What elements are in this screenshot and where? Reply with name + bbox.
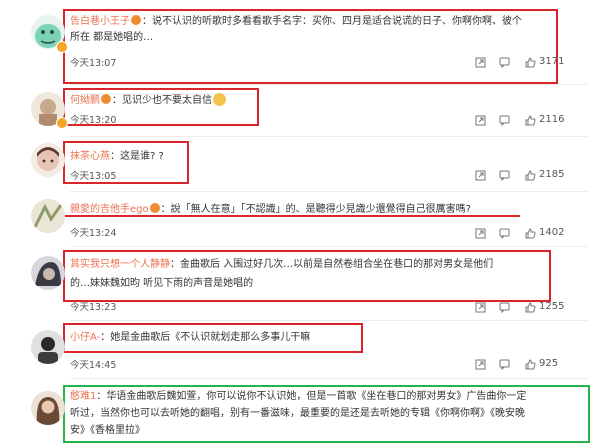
comment-time: 今天13:05 [70,171,117,182]
divider [70,378,588,379]
verified-badge-icon [56,117,68,129]
verified-badge-icon [56,41,68,53]
comment-time: 今天13:07 [70,58,117,69]
comment-icon[interactable] [499,170,510,181]
comment-text: ：这是谁? ? [110,151,164,162]
emoji-icon [213,93,226,106]
username[interactable]: 其实我只想一个人静静 [70,259,170,270]
comment-icon[interactable] [499,228,510,239]
username[interactable]: 親愛的吉他手ego [70,204,149,215]
fan-badge-icon [149,203,160,213]
user-avatar[interactable] [31,143,65,177]
comment-icon[interactable] [499,359,510,370]
username[interactable]: 抹茶心燕 [70,151,110,162]
like-icon[interactable] [525,359,536,370]
comment-text-cont: 安》《香格里拉》 [70,425,145,436]
share-icon[interactable] [475,359,486,370]
share-icon[interactable] [475,170,486,181]
username[interactable]: 小仔A- [70,332,100,343]
divider [70,320,588,321]
like-count: 2185 [539,169,565,180]
like-count: 925 [539,358,559,369]
like-icon[interactable] [525,302,536,313]
comment-icon[interactable] [499,115,510,126]
like-icon[interactable] [525,57,536,68]
comment-time: 今天14:45 [70,360,117,371]
comment-text: ：她是金曲歌后《不认识就划走那么多事儿干嘛 [100,332,311,343]
like-count: 1255 [539,301,565,312]
like-icon[interactable] [525,115,536,126]
comment-time: 今天13:20 [70,115,117,126]
username[interactable]: 何拗鹏 [70,95,100,106]
divider [70,191,588,192]
comment-text: ：华语金曲歌后魏如萱，你可以说你不认识她，但是一首歌《坐在巷口的那对男女》广告曲… [96,391,527,402]
comment-text-cont: 的…妹妹魏如昀 听见下雨的声音是她唱的 [70,278,254,289]
username[interactable]: 憨难1 [70,391,96,402]
like-count: 1402 [539,227,565,238]
comment-text-cont: 听过，当然你也可以去听她的翻唱，别有一番滋味，最重要的是还是去听她的专辑《你啊你… [70,408,525,419]
like-count: 2116 [539,114,565,125]
divider [70,136,588,137]
share-icon[interactable] [475,228,486,239]
share-icon[interactable] [475,57,486,68]
share-icon[interactable] [475,115,486,126]
like-count: 3171 [539,56,565,67]
comment-time: 今天13:23 [70,302,117,313]
like-icon[interactable] [525,170,536,181]
user-avatar[interactable] [31,256,65,290]
divider [70,84,588,85]
divider [70,246,588,247]
like-icon[interactable] [525,228,536,239]
comment-text: ：说不认识的听歌时多看看歌手名字：买你、四月是适合说谎的日子、你啊你啊、彼个 [142,16,522,27]
comment-text-cont: 所在 都是她唱的… [70,32,154,43]
user-avatar[interactable] [31,199,65,233]
comment-icon[interactable] [499,302,510,313]
comment-time: 今天13:24 [70,228,117,239]
user-avatar[interactable] [31,391,65,425]
fan-badge-icon [131,15,141,25]
comment-icon[interactable] [499,57,510,68]
username[interactable]: 告白巷小王子 [70,16,130,27]
comment-text: ：见识少也不要太自信 [112,95,212,106]
fan-badge-icon [101,94,111,104]
user-avatar[interactable] [31,330,65,364]
comment-text: ：金曲歌后 入围过好几次…以前是自然卷组合坐在巷口的那对男女是他们 [170,259,494,270]
comment-text: ：說「無人在意」「不認識」的、是聽得少見識少還覺得自己很厲害嗎? [160,204,471,215]
share-icon[interactable] [475,302,486,313]
